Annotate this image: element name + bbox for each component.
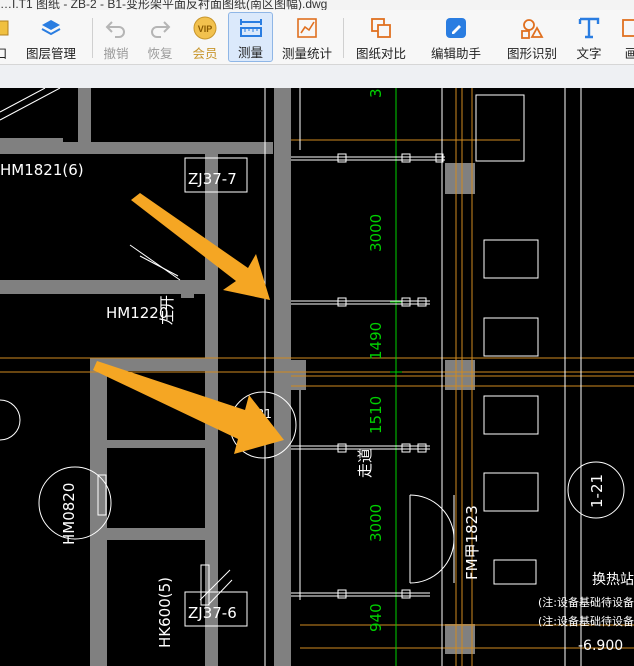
- vip-icon: VIP: [191, 15, 219, 41]
- toolbar-compare-button[interactable]: 图纸对比: [354, 12, 408, 62]
- window-title: …I.T1 图纸 - ZB-2 - B1-变形架平面反衬面图纸(南区图幅).dw…: [0, 0, 328, 10]
- toolbar-vip-label: 会员: [192, 47, 218, 61]
- column-tag: ZJ37-7: [188, 170, 237, 188]
- dimension-labels: 3000 1490 1510 3000 940 3: [367, 88, 385, 632]
- elevation-label: -6.900: [578, 638, 623, 654]
- compare-icon: [367, 15, 395, 41]
- measure-row: [291, 589, 430, 599]
- ruler-icon: [237, 16, 265, 40]
- column-tag: ZJ37-6: [188, 604, 237, 622]
- shape-recognition-icon: [518, 15, 546, 41]
- door-tag: FM甲1823: [463, 505, 481, 580]
- toolbar-vip-button[interactable]: VIP 会员: [187, 12, 223, 62]
- toolbar-compare-label: 图纸对比: [355, 47, 406, 61]
- toolbar-shape-recognition-label: 图形识别: [506, 47, 557, 61]
- cad-drawing: 3000 1490 1510 3000 940 3 ZJ37-7 ZJ37-6 …: [0, 88, 634, 666]
- toolbar-measure-stats-label: 测量统计: [281, 47, 332, 61]
- toolbar-draw-label: 画: [624, 47, 634, 61]
- toolbar-open-label: 口: [0, 47, 8, 61]
- dim-line: [390, 88, 402, 666]
- measure-row: [291, 297, 430, 307]
- drawing-canvas[interactable]: 3000 1490 1510 3000 940 3 ZJ37-7 ZJ37-6 …: [0, 88, 634, 666]
- measure-row: [291, 153, 445, 163]
- toolbar-measure-label: 测量: [237, 46, 263, 60]
- note-line: (注:设备基础待设备到货,核实后施工): [538, 595, 634, 609]
- dimension-label: 940: [367, 603, 385, 632]
- toolbar-open-button[interactable]: 口: [0, 12, 12, 62]
- ribbon-gap: [0, 65, 634, 88]
- dimension-label: 3: [367, 88, 385, 98]
- toolbar-undo-label: 撤销: [103, 47, 129, 61]
- dimension-label: 1510: [367, 396, 385, 434]
- dimension-label: 3000: [367, 214, 385, 252]
- toolbar-text-button[interactable]: 文字: [572, 12, 606, 62]
- svg-text:VIP: VIP: [198, 24, 213, 34]
- room-label: 1-21: [588, 474, 606, 508]
- edit-assistant-icon: [442, 15, 470, 41]
- draw-icon: [617, 15, 634, 41]
- room-label: 左开: [158, 295, 176, 325]
- door-tag: HM0820: [60, 483, 78, 545]
- toolbar-shape-recognition-button[interactable]: 图形识别: [504, 12, 560, 62]
- toolbar-separator: [92, 18, 93, 58]
- toolbar-layers-label: 图层管理: [25, 47, 76, 61]
- toolbar-edit-assistant-button[interactable]: 编辑助手: [428, 12, 484, 62]
- main-toolbar: 口 图层管理 撤销 恢复 VIP 会员 测量 测量统计 图纸对比 编辑助手 图形…: [0, 10, 634, 65]
- undo-icon: [102, 15, 130, 41]
- toolbar-edit-assistant-label: 编辑助手: [430, 47, 481, 61]
- highlight-arrows: [93, 193, 284, 454]
- layers-icon: [37, 15, 65, 41]
- window-title-bar: …I.T1 图纸 - ZB-2 - B1-变形架平面反衬面图纸(南区图幅).dw…: [0, 0, 634, 10]
- toolbar-redo-label: 恢复: [147, 47, 173, 61]
- text-icon: [575, 15, 603, 41]
- door-tag: HM1821(6): [0, 161, 84, 179]
- dimension-label: 3000: [367, 504, 385, 542]
- toolbar-measure-stats-button[interactable]: 测量统计: [280, 12, 334, 62]
- note-line: (注:设备基础待设备到货): [538, 614, 634, 628]
- redo-icon: [146, 15, 174, 41]
- open-icon: [0, 15, 15, 41]
- toolbar-redo-button[interactable]: 恢复: [142, 12, 178, 62]
- toolbar-separator: [343, 18, 344, 58]
- toolbar-layers-button[interactable]: 图层管理: [22, 12, 80, 62]
- note-title: 换热站: [592, 571, 634, 588]
- door-tag: HK600(5): [156, 577, 174, 648]
- room-label: 走道: [356, 448, 374, 478]
- dimension-label: 1490: [367, 322, 385, 360]
- toolbar-text-label: 文字: [576, 47, 602, 61]
- toolbar-draw-button[interactable]: 画: [618, 12, 634, 62]
- toolbar-measure-button[interactable]: 测量: [228, 12, 273, 62]
- chart-icon: [293, 15, 321, 41]
- toolbar-undo-button[interactable]: 撤销: [98, 12, 134, 62]
